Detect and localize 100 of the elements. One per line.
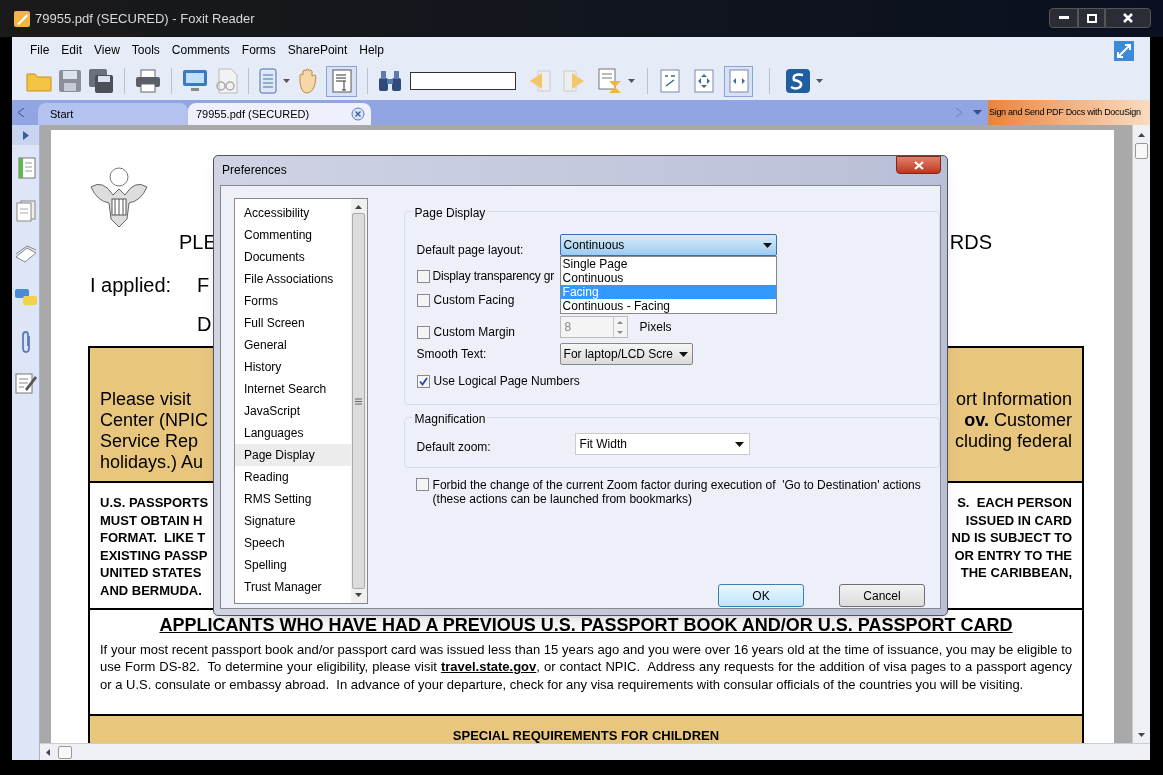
category-item[interactable]: Documents (235, 246, 351, 268)
menu-item[interactable]: Comments (165, 40, 236, 59)
fit-page-icon[interactable] (694, 69, 714, 93)
category-item[interactable]: Speech (235, 532, 351, 554)
s-curve-logo-icon[interactable] (786, 69, 810, 93)
form-edit-icon[interactable] (14, 372, 37, 394)
minimize-button[interactable] (1049, 8, 1078, 28)
horizontal-scrollbar[interactable] (40, 743, 1150, 760)
document-tab[interactable]: Start (38, 103, 188, 125)
checkbox[interactable] (416, 293, 430, 307)
caret-icon (678, 351, 688, 357)
window-title: 79955.pdf (SECURED) - Foxit Reader (35, 9, 255, 28)
category-item[interactable]: Page Display (235, 444, 351, 466)
menu-item[interactable]: Forms (235, 40, 282, 59)
close-button[interactable] (1105, 8, 1151, 28)
checkbox-label: Custom Facing (433, 292, 515, 309)
folder-icon[interactable] (26, 70, 52, 92)
category-item[interactable]: Commenting (235, 224, 351, 246)
save-icon[interactable] (58, 69, 82, 93)
menu-item[interactable]: Help (353, 40, 390, 59)
caret-icon[interactable] (973, 110, 982, 115)
category-item[interactable]: Full Screen (235, 312, 351, 334)
promo-banner[interactable]: Sign and Send PDF Docs with DocuSign (988, 100, 1150, 125)
binoculars-icon[interactable] (378, 70, 402, 92)
scrollbar-thumb[interactable] (1135, 143, 1148, 159)
default-zoom-dropdown[interactable]: Fit Width (574, 433, 750, 455)
checkbox[interactable] (415, 478, 429, 491)
layers-icon[interactable] (14, 245, 37, 265)
category-item[interactable]: Trust Manager (235, 576, 351, 598)
smooth-text-dropdown[interactable]: For laptop/LCD Scre (559, 343, 693, 365)
app-logo-icon (14, 10, 30, 27)
fit-width-button[interactable] (724, 65, 753, 97)
category-item[interactable]: Spelling (235, 554, 351, 576)
floppy-stack-icon[interactable] (88, 68, 114, 94)
dropdown-option[interactable]: Continuous (560, 271, 776, 285)
dropdown-option[interactable]: Continuous - Facing (560, 299, 776, 313)
minimize-icon (1058, 16, 1069, 20)
maximize-button[interactable] (1078, 8, 1105, 28)
body-text: THE CARIBBEAN, (959, 564, 1072, 582)
category-item[interactable]: Reading (235, 466, 351, 488)
fullscreen-icon[interactable] (1114, 41, 1134, 61)
category-item[interactable]: JavaScript (235, 400, 351, 422)
category-item[interactable]: General (235, 334, 351, 356)
menu-item[interactable]: View (88, 40, 126, 59)
search-field[interactable] (410, 72, 516, 90)
close-icon (1123, 13, 1133, 23)
checkbox[interactable] (416, 325, 430, 339)
body-text: ov. Customer (963, 410, 1072, 431)
close-button[interactable] (896, 156, 941, 174)
menu-item[interactable]: File (24, 40, 56, 59)
caret-icon[interactable] (283, 79, 290, 83)
page-layout-dropdown[interactable]: Continuous (559, 234, 777, 256)
bookmark-icon[interactable] (15, 157, 36, 179)
page-icon[interactable] (259, 68, 277, 94)
monitor-icon[interactable] (182, 69, 208, 93)
category-item[interactable]: Internet Search (235, 378, 351, 400)
menu-item[interactable]: Tools (125, 40, 166, 59)
dropdown-option[interactable]: Single Page (560, 257, 776, 271)
category-item[interactable]: Forms (235, 290, 351, 312)
body-text: I applied: (90, 273, 173, 297)
close-icon (913, 160, 924, 170)
printer-icon[interactable] (135, 69, 161, 93)
dialog-button[interactable]: OK (718, 584, 804, 607)
vertical-scrollbar[interactable] (1132, 125, 1150, 743)
category-item[interactable]: History (235, 356, 351, 378)
category-item[interactable]: RMS Setting (235, 488, 351, 510)
spin-up-icon (617, 320, 624, 324)
caret-icon[interactable] (816, 79, 823, 83)
checkbox-label: Custom Margin (433, 324, 515, 341)
expand-panel-icon[interactable] (22, 130, 29, 140)
actual-size-icon[interactable] (660, 69, 680, 93)
category-item[interactable]: Accessibility (235, 202, 351, 224)
hand-icon[interactable] (296, 68, 320, 94)
menu-item[interactable]: Edit (55, 40, 89, 59)
fit-width-icon (728, 69, 749, 93)
document-hourglass-icon[interactable] (598, 68, 622, 94)
field-label: Default zoom: (416, 439, 491, 456)
body-text: ND IS SUBJECT TO (951, 529, 1072, 547)
scroll-left-icon (46, 748, 50, 756)
unit-label: Pixels (639, 319, 672, 336)
document-tab[interactable]: 79955.pdf (SECURED) (188, 103, 371, 125)
close-tab-icon[interactable] (351, 107, 365, 121)
checkbox[interactable] (416, 374, 430, 388)
body-text: cluding federal (954, 431, 1072, 452)
category-item[interactable]: Signature (235, 510, 351, 532)
caret-icon[interactable] (628, 79, 635, 83)
field-label: Smooth Text: (416, 346, 487, 363)
pages-icon[interactable] (15, 200, 36, 222)
scrollbar-thumb[interactable] (58, 745, 72, 759)
glasses-document-icon[interactable] (214, 68, 238, 94)
scroll-left-icon[interactable] (18, 108, 24, 117)
checkbox[interactable] (416, 269, 430, 283)
menu-item[interactable]: SharePoint (281, 40, 354, 59)
link[interactable]: travel.state.gov (440, 659, 537, 675)
category-item[interactable]: File Associations (235, 268, 351, 290)
dialog-button[interactable]: Cancel (839, 584, 925, 607)
category-item[interactable]: Languages (235, 422, 351, 444)
comments-icon[interactable] (13, 288, 38, 308)
list-scrollbar[interactable] (350, 199, 367, 603)
text-select-tool[interactable] (326, 65, 357, 97)
